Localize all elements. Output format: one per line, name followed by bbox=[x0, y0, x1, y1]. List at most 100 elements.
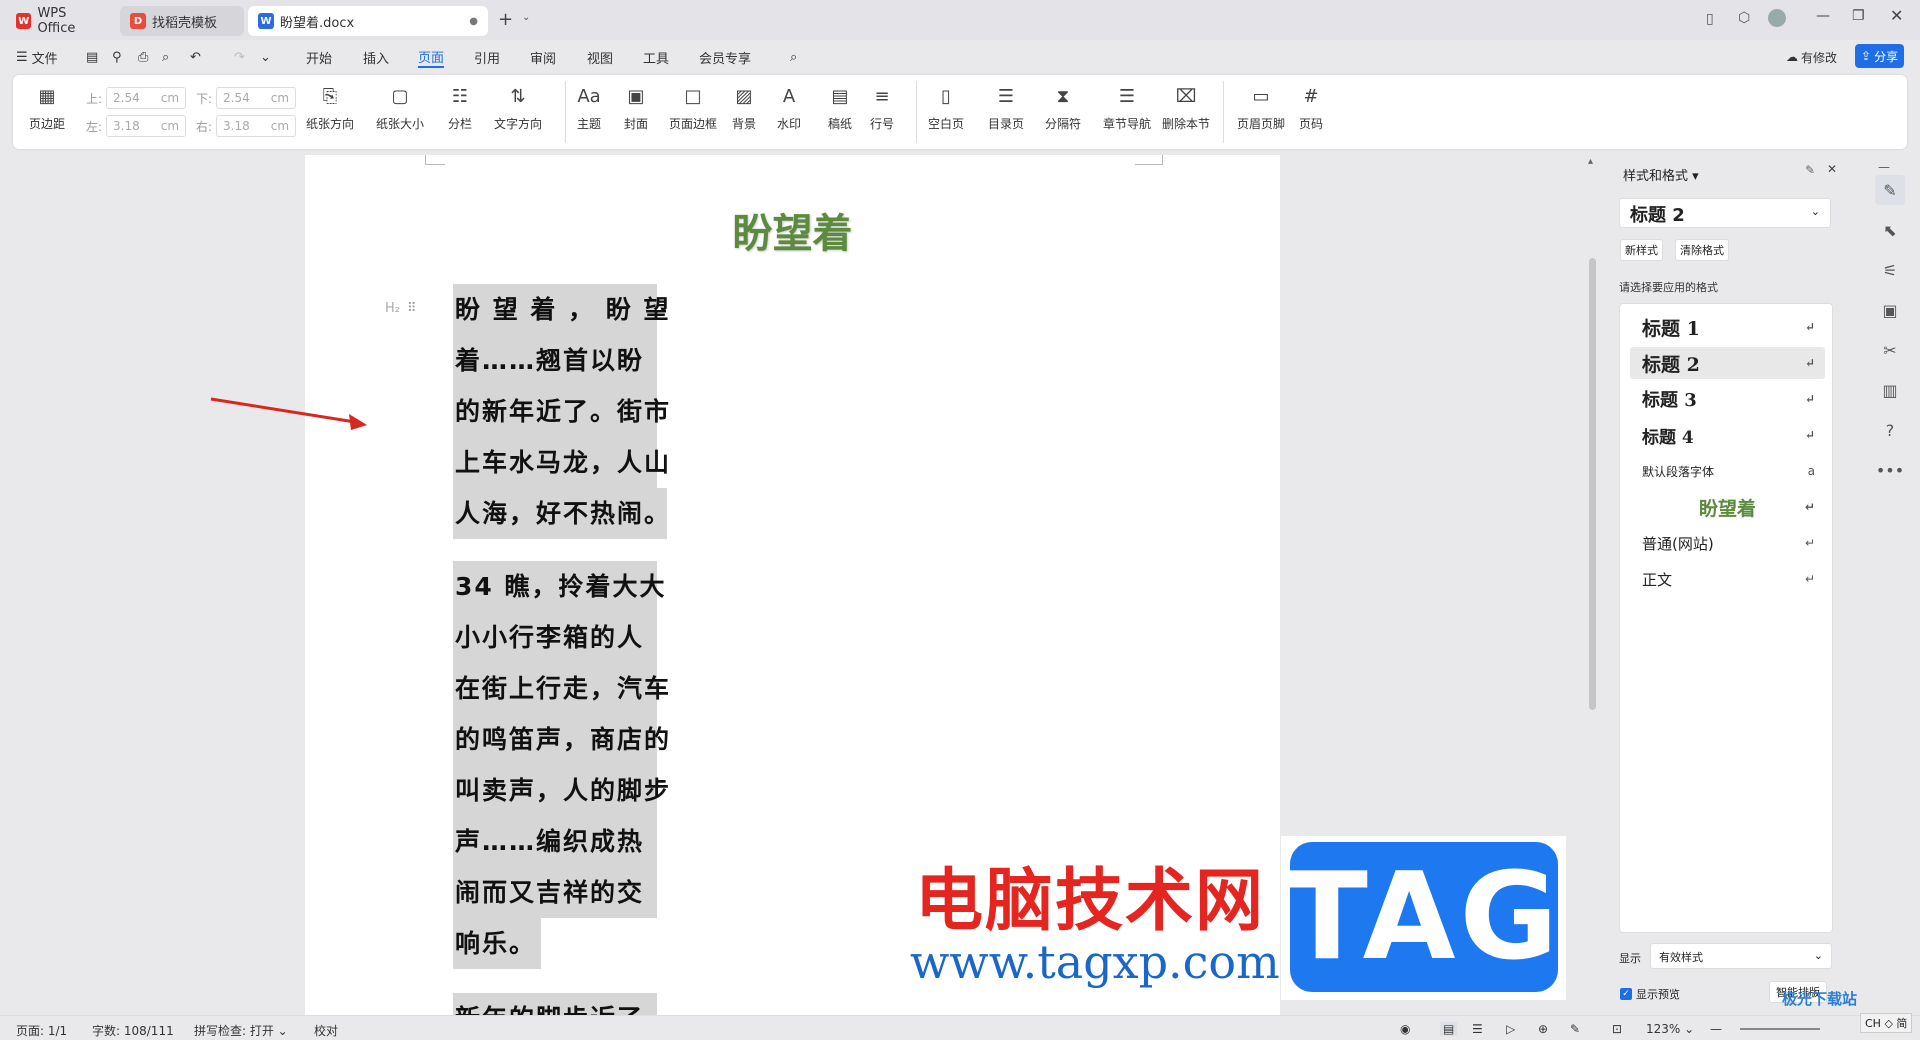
style-item-body[interactable]: 正文 ↵ bbox=[1630, 563, 1825, 595]
close-window-icon[interactable]: ✕ bbox=[1890, 6, 1903, 25]
chevron-down-icon[interactable]: ⌄ bbox=[522, 12, 530, 23]
theme-button[interactable]: Aa 主题 bbox=[576, 83, 602, 132]
scrollbar-thumb[interactable] bbox=[1589, 258, 1596, 710]
manuscript-button[interactable]: ▤ 稿纸 bbox=[827, 83, 853, 132]
separator-button[interactable]: ⧗ 分隔符 bbox=[1045, 83, 1081, 132]
style-item-heading4[interactable]: 标题 4 ↵ bbox=[1630, 419, 1825, 451]
clear-format-button[interactable]: 清除格式 bbox=[1675, 239, 1729, 261]
preview-checkbox[interactable]: ✓ 显示预览 bbox=[1620, 986, 1680, 1002]
drag-handle-icon[interactable]: ⠿ bbox=[407, 301, 417, 316]
web-view-icon[interactable]: ⊕ bbox=[1538, 1022, 1548, 1036]
margin-left-input[interactable]: 3.18 cm bbox=[106, 115, 187, 137]
edit-doc-icon[interactable]: ▣ bbox=[1875, 295, 1905, 325]
watermark-button[interactable]: A 水印 bbox=[776, 83, 802, 132]
tab-wps-office[interactable]: W WPS Office bbox=[6, 6, 116, 36]
background-button[interactable]: ▨ 背景 bbox=[731, 83, 757, 132]
menu-start[interactable]: 开始 bbox=[306, 46, 332, 68]
more-icon[interactable]: ••• bbox=[1875, 455, 1905, 485]
paragraph-1[interactable]: 盼 望 着 ， 盼 望 着……翘首以盼 的新年近了。街市 上车水马龙，人山 人海… bbox=[453, 284, 669, 539]
section-nav-button[interactable]: ☰ 章节导航 bbox=[1103, 83, 1151, 132]
paragraph-2[interactable]: 34 瞧，拎着大大 小小行李箱的人 在街上行走，汽车 的鸣笛声，商店的 叫卖声，… bbox=[453, 561, 669, 969]
more-chevron-icon[interactable]: ⌄ bbox=[260, 46, 271, 68]
style-item-default-font[interactable]: 默认段落字体 a bbox=[1630, 455, 1825, 487]
file-menu[interactable]: ☰ 文件 bbox=[16, 46, 58, 68]
layout-icon[interactable]: ▯ bbox=[1706, 11, 1714, 27]
document-title[interactable]: 盼望着 bbox=[305, 201, 1280, 259]
margin-top-input[interactable]: 2.54 cm bbox=[106, 87, 187, 109]
zoom-slider[interactable] bbox=[1740, 1028, 1820, 1030]
play-icon[interactable]: ▷ bbox=[1506, 1022, 1515, 1036]
link-icon[interactable]: ⚲ bbox=[112, 46, 122, 68]
select-tool-icon[interactable]: ⬉ bbox=[1875, 215, 1905, 245]
show-select[interactable]: 有效样式 ⌄ bbox=[1650, 943, 1832, 969]
print-icon[interactable]: ⎙ bbox=[138, 46, 148, 68]
share-button[interactable]: ⇪ 分享 bbox=[1855, 44, 1905, 68]
page-indicator[interactable]: 页面: 1/1 bbox=[16, 1022, 67, 1039]
proofread[interactable]: 校对 bbox=[314, 1022, 338, 1039]
book-icon[interactable]: ▥ bbox=[1875, 375, 1905, 405]
fit-icon[interactable]: ⊡ bbox=[1612, 1022, 1622, 1036]
menu-member[interactable]: 会员专享 bbox=[699, 46, 751, 68]
text-direction-button[interactable]: ⇅ 文字方向 bbox=[494, 83, 542, 132]
adjust-icon[interactable]: ⚟ bbox=[1875, 255, 1905, 285]
style-item-heading2[interactable]: 标题 2 ↵ bbox=[1630, 347, 1825, 379]
orientation-button[interactable]: ⎘ 纸张方向 bbox=[306, 83, 354, 132]
menu-reference[interactable]: 引用 bbox=[474, 46, 500, 68]
print-preview-icon[interactable]: ⌕ bbox=[162, 46, 169, 68]
help-icon[interactable]: ? bbox=[1875, 415, 1905, 445]
page-view-icon[interactable]: ▤ bbox=[1440, 1022, 1458, 1036]
header-footer-button[interactable]: ▭ 页眉页脚 bbox=[1237, 83, 1285, 132]
style-panel-title[interactable]: 样式和格式 ▾ bbox=[1623, 165, 1699, 184]
word-count[interactable]: 字数: 108/111 bbox=[92, 1022, 174, 1039]
pen-icon[interactable]: ✎ bbox=[1570, 1022, 1580, 1036]
margin-bottom-input[interactable]: 2.54 cm bbox=[216, 87, 297, 109]
save-icon[interactable]: ▤ bbox=[86, 46, 98, 68]
avatar[interactable] bbox=[1768, 9, 1786, 27]
page-border-button[interactable]: □ 页面边框 bbox=[669, 83, 717, 132]
tab-docer[interactable]: D 找稻壳模板 bbox=[120, 6, 244, 36]
menu-insert[interactable]: 插入 bbox=[363, 46, 389, 68]
close-tab-icon[interactable]: ● bbox=[469, 16, 478, 27]
pin-icon[interactable]: ✎ bbox=[1805, 163, 1815, 177]
zoom-out-icon[interactable]: — bbox=[1710, 1022, 1722, 1036]
tools-icon[interactable]: ✂ bbox=[1875, 335, 1905, 365]
menu-page[interactable]: 页面 bbox=[418, 46, 445, 68]
cover-button[interactable]: ▣ 封面 bbox=[623, 83, 649, 132]
search-icon[interactable]: ⌕ bbox=[790, 46, 797, 68]
has-changes[interactable]: ☁ 有修改 bbox=[1786, 46, 1837, 68]
margin-right-input[interactable]: 3.18 cm bbox=[216, 115, 297, 137]
tab-document[interactable]: W 盼望着.docx ● bbox=[248, 6, 488, 36]
close-panel-icon[interactable]: ✕ bbox=[1827, 162, 1837, 176]
outline-view-icon[interactable]: ☰ bbox=[1472, 1022, 1483, 1036]
paragraph-3[interactable]: 新年的脚步近了 bbox=[453, 993, 657, 1015]
style-item-normal-web[interactable]: 普通(网站) ↵ bbox=[1630, 527, 1825, 559]
style-tool-icon[interactable]: ✎ bbox=[1875, 175, 1905, 205]
cube-icon[interactable]: ⬡ bbox=[1738, 10, 1750, 26]
page-number-button[interactable]: # 页码 bbox=[1298, 83, 1324, 132]
collapse-icon[interactable]: — bbox=[1878, 160, 1890, 174]
line-number-button[interactable]: ≡ 行号 bbox=[869, 83, 895, 132]
style-item-heading1[interactable]: 标题 1 ↵ bbox=[1630, 311, 1825, 343]
redo-icon[interactable]: ↷ bbox=[234, 46, 245, 68]
eye-icon[interactable]: ◉ bbox=[1400, 1022, 1410, 1036]
heading-marker[interactable]: H₂ bbox=[385, 301, 400, 316]
menu-view[interactable]: 视图 bbox=[587, 46, 613, 68]
new-tab-icon[interactable]: + bbox=[498, 9, 513, 30]
scroll-up-icon[interactable]: ▴ bbox=[1588, 156, 1593, 167]
margins-button[interactable]: ▦ 页边距 bbox=[29, 83, 65, 132]
blank-page-button[interactable]: ▯ 空白页 bbox=[928, 83, 964, 132]
current-style-select[interactable]: 标题 2 ⌄ bbox=[1619, 198, 1831, 228]
columns-button[interactable]: ☷ 分栏 bbox=[447, 83, 473, 132]
paper-size-button[interactable]: ▢ 纸张大小 bbox=[376, 83, 424, 132]
style-item-heading3[interactable]: 标题 3 ↵ bbox=[1630, 383, 1825, 415]
menu-tools[interactable]: 工具 bbox=[643, 46, 669, 68]
menu-review[interactable]: 审阅 bbox=[530, 46, 556, 68]
restore-icon[interactable]: ❐ bbox=[1852, 8, 1865, 24]
delete-section-button[interactable]: ⌧ 删除本节 bbox=[1162, 83, 1210, 132]
minimize-icon[interactable]: — bbox=[1816, 8, 1830, 24]
new-style-button[interactable]: 新样式 bbox=[1620, 239, 1663, 261]
toc-page-button[interactable]: ☰ 目录页 bbox=[988, 83, 1024, 132]
spell-check[interactable]: 拼写检查: 打开 ⌄ bbox=[194, 1022, 288, 1039]
zoom-level[interactable]: 123% ⌄ bbox=[1646, 1022, 1694, 1036]
undo-icon[interactable]: ↶ bbox=[190, 46, 201, 68]
